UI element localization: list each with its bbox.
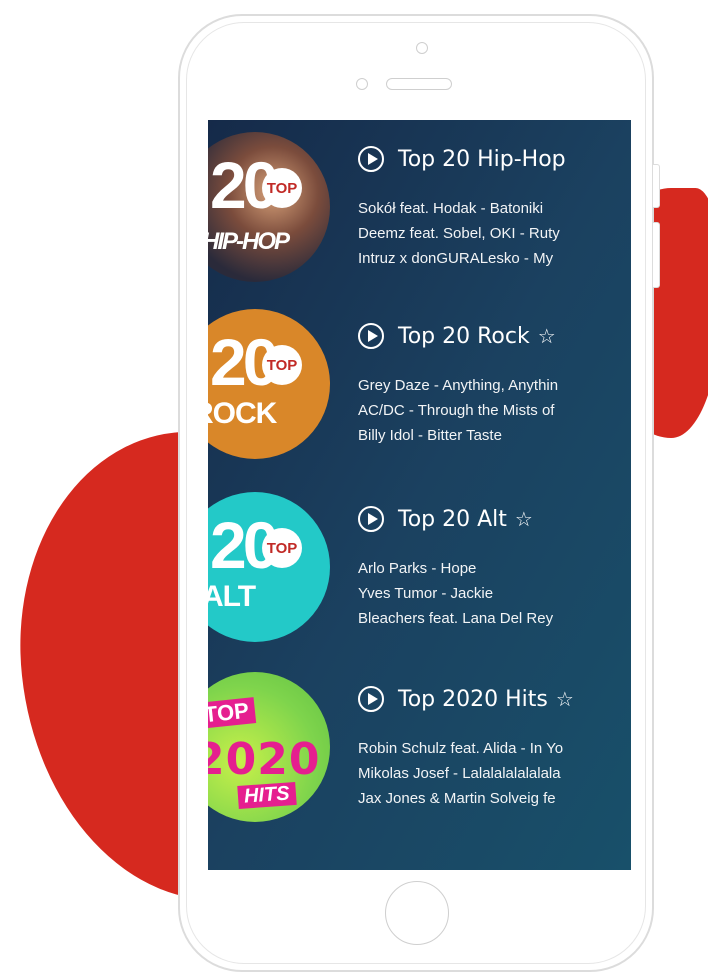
track-list: Grey Daze - Anything, Anythin AC/DC - Th… (358, 373, 631, 448)
track-item[interactable]: Robin Schulz feat. Alida - In Yo (358, 736, 631, 761)
track-item[interactable]: Grey Daze - Anything, Anythin (358, 373, 631, 398)
track-item[interactable]: Intruz x donGURALesko - My (358, 246, 631, 271)
playlist-cover-rock[interactable]: 20 TOP ROCK (208, 309, 330, 459)
star-icon[interactable]: ☆ (515, 507, 533, 532)
app-screen: 20 TOP HIP-HOP Top 20 Hip-Hop Sokół feat… (208, 120, 631, 870)
playlist-cover-2020-hits[interactable]: TOP 2020 HITS (208, 672, 330, 822)
cover-genre: ALT (208, 580, 256, 613)
playlist-item-2020-hits[interactable]: TOP 2020 HITS Top 2020 Hits ☆ Robin Schu… (208, 668, 631, 828)
cover-top-badge: TOP (262, 528, 302, 568)
track-item[interactable]: Jax Jones & Martin Solveig fe (358, 786, 631, 811)
play-icon[interactable] (358, 146, 384, 172)
phone-volume-button (653, 222, 660, 288)
track-item[interactable]: Yves Tumor - Jackie (358, 581, 631, 606)
playlist-item-alt[interactable]: 20 TOP ALT Top 20 Alt ☆ Arlo Parks - Hop… (208, 488, 631, 648)
playlist-cover-alt[interactable]: 20 TOP ALT (208, 492, 330, 642)
star-icon[interactable]: ☆ (556, 687, 574, 712)
playlist-title-line: Top 20 Alt ☆ (358, 506, 533, 532)
playlist-title-line: Top 20 Rock ☆ (358, 323, 556, 349)
track-item[interactable]: Billy Idol - Bitter Taste (358, 423, 631, 448)
cover-genre: ROCK (208, 397, 277, 430)
playlist-item-hip-hop[interactable]: 20 TOP HIP-HOP Top 20 Hip-Hop Sokół feat… (208, 128, 631, 288)
play-icon[interactable] (358, 323, 384, 349)
phone-sensor (356, 78, 368, 90)
phone-speaker (386, 78, 452, 90)
phone-side-button (653, 164, 660, 208)
cover-top-badge: TOP (208, 697, 257, 729)
playlist-item-rock[interactable]: 20 TOP ROCK Top 20 Rock ☆ Grey Daze - An… (208, 305, 631, 465)
playlist-title-line: Top 20 Hip-Hop (358, 146, 566, 172)
playlist-title[interactable]: Top 20 Rock (398, 324, 530, 349)
track-item[interactable]: AC/DC - Through the Mists of (358, 398, 631, 423)
phone-camera (416, 42, 428, 54)
track-list: Robin Schulz feat. Alida - In Yo Mikolas… (358, 736, 631, 811)
cover-genre: HIP-HOP (208, 228, 290, 255)
play-icon[interactable] (358, 506, 384, 532)
cover-year: 2020 (208, 734, 321, 785)
track-list: Sokół feat. Hodak - Batoniki Deemz feat.… (358, 196, 631, 271)
cover-genre: HITS (237, 782, 297, 809)
playlist-title-line: Top 2020 Hits ☆ (358, 686, 574, 712)
track-list: Arlo Parks - Hope Yves Tumor - Jackie Bl… (358, 556, 631, 631)
playlist-title[interactable]: Top 20 Hip-Hop (398, 147, 566, 172)
playlist-cover-hip-hop[interactable]: 20 TOP HIP-HOP (208, 132, 330, 282)
playlist-title[interactable]: Top 20 Alt (398, 507, 507, 532)
playlist-title[interactable]: Top 2020 Hits (398, 687, 548, 712)
track-item[interactable]: Deemz feat. Sobel, OKI - Ruty (358, 221, 631, 246)
track-item[interactable]: Mikolas Josef - Lalalalalalalala (358, 761, 631, 786)
track-item[interactable]: Arlo Parks - Hope (358, 556, 631, 581)
cover-top-badge: TOP (262, 345, 302, 385)
phone-home-button[interactable] (385, 881, 449, 945)
cover-top-badge: TOP (262, 168, 302, 208)
track-item[interactable]: Bleachers feat. Lana Del Rey (358, 606, 631, 631)
play-icon[interactable] (358, 686, 384, 712)
star-icon[interactable]: ☆ (538, 324, 556, 349)
track-item[interactable]: Sokół feat. Hodak - Batoniki (358, 196, 631, 221)
